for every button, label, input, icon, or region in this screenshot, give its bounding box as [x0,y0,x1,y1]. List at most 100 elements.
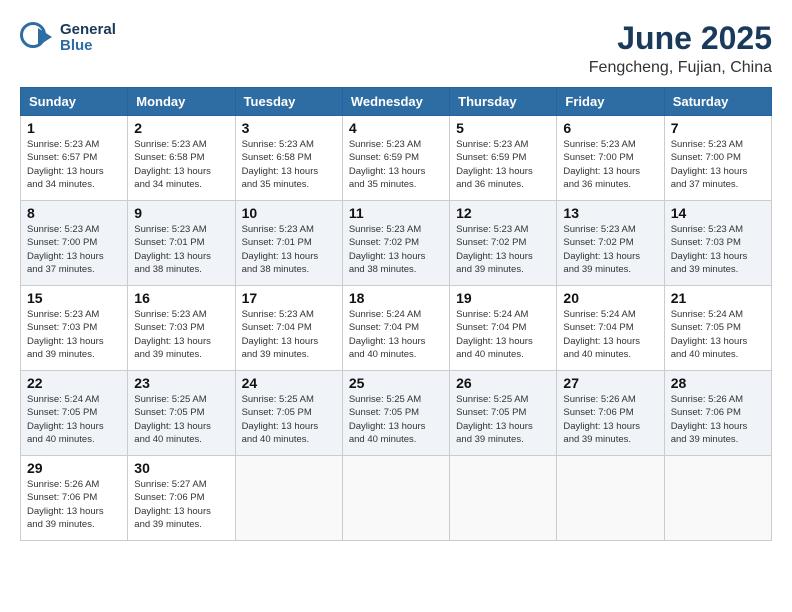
day-cell: 17Sunrise: 5:23 AMSunset: 7:04 PMDayligh… [235,286,342,371]
day-info: Sunrise: 5:23 AMSunset: 7:02 PMDaylight:… [563,223,657,276]
day-number: 19 [456,290,550,306]
header-cell-sunday: Sunday [21,88,128,116]
day-cell: 2Sunrise: 5:23 AMSunset: 6:58 PMDaylight… [128,116,235,201]
day-number: 3 [242,120,336,136]
day-number: 18 [349,290,443,306]
day-info: Sunrise: 5:23 AMSunset: 7:01 PMDaylight:… [242,223,336,276]
day-number: 22 [27,375,121,391]
day-cell: 22 Sunrise: 5:24 AMSunset: 7:05 PMDayligh… [21,371,128,456]
day-cell: 13 Sunrise: 5:23 AMSunset: 7:02 PMDayligh… [557,201,664,286]
day-info: Sunrise: 5:27 AMSunset: 7:06 PMDaylight:… [134,478,228,531]
day-info: Sunrise: 5:24 AMSunset: 7:05 PMDaylight:… [27,393,121,446]
header-cell-tuesday: Tuesday [235,88,342,116]
day-cell: 21 Sunrise: 5:24 AMSunset: 7:05 PMDayligh… [664,286,771,371]
day-number: 10 [242,205,336,221]
day-cell: 4Sunrise: 5:23 AMSunset: 6:59 PMDaylight… [342,116,449,201]
day-cell [342,456,449,541]
day-number: 28 [671,375,765,391]
week-row-3: 15 Sunrise: 5:23 AMSunset: 7:03 PMDayligh… [21,286,772,371]
day-cell [664,456,771,541]
day-info: Sunrise: 5:24 AMSunset: 7:05 PMDaylight:… [671,308,765,361]
header-cell-thursday: Thursday [450,88,557,116]
day-cell: 5Sunrise: 5:23 AMSunset: 6:59 PMDaylight… [450,116,557,201]
day-info: Sunrise: 5:23 AMSunset: 7:00 PMDaylight:… [563,138,657,191]
day-number: 4 [349,120,443,136]
day-cell: 9 Sunrise: 5:23 AMSunset: 7:01 PMDaylight… [128,201,235,286]
day-number: 11 [349,205,443,221]
day-info: Sunrise: 5:23 AMSunset: 7:03 PMDaylight:… [27,308,121,361]
day-cell [557,456,664,541]
day-number: 15 [27,290,121,306]
day-cell: 26 Sunrise: 5:25 AMSunset: 7:05 PMDayligh… [450,371,557,456]
day-info: Sunrise: 5:23 AMSunset: 7:03 PMDaylight:… [134,308,228,361]
day-info: Sunrise: 5:24 AMSunset: 7:04 PMDaylight:… [349,308,443,361]
day-number: 2 [134,120,228,136]
day-number: 1 [27,120,121,136]
title-section: June 2025 Fengcheng, Fujian, China [589,20,772,77]
day-number: 29 [27,460,121,476]
day-info: Sunrise: 5:25 AMSunset: 7:05 PMDaylight:… [242,393,336,446]
day-info: Sunrise: 5:24 AMSunset: 7:04 PMDaylight:… [563,308,657,361]
day-info: Sunrise: 5:23 AMSunset: 7:01 PMDaylight:… [134,223,228,276]
day-cell [235,456,342,541]
day-info: Sunrise: 5:25 AMSunset: 7:05 PMDaylight:… [456,393,550,446]
day-number: 17 [242,290,336,306]
week-row-1: 1 Sunrise: 5:23 AMSunset: 6:57 PMDaylight… [21,116,772,201]
week-row-2: 8 Sunrise: 5:23 AMSunset: 7:00 PMDaylight… [21,201,772,286]
day-info: Sunrise: 5:26 AMSunset: 7:06 PMDaylight:… [563,393,657,446]
day-number: 23 [134,375,228,391]
day-info: Sunrise: 5:23 AMSunset: 7:03 PMDaylight:… [671,223,765,276]
week-row-5: 29 Sunrise: 5:26 AMSunset: 7:06 PMDayligh… [21,456,772,541]
day-info: Sunrise: 5:24 AMSunset: 7:04 PMDaylight:… [456,308,550,361]
day-number: 20 [563,290,657,306]
day-number: 30 [134,460,228,476]
day-number: 8 [27,205,121,221]
day-number: 14 [671,205,765,221]
day-info: Sunrise: 5:25 AMSunset: 7:05 PMDaylight:… [349,393,443,446]
logo-general: General [60,22,116,39]
day-info: Sunrise: 5:23 AMSunset: 6:57 PMDaylight:… [27,138,121,191]
day-number: 21 [671,290,765,306]
header-cell-wednesday: Wednesday [342,88,449,116]
day-info: Sunrise: 5:23 AMSunset: 7:00 PMDaylight:… [671,138,765,191]
header: General Blue June 2025 Fengcheng, Fujian… [20,20,772,77]
header-cell-friday: Friday [557,88,664,116]
day-cell: 8 Sunrise: 5:23 AMSunset: 7:00 PMDaylight… [21,201,128,286]
day-cell: 29 Sunrise: 5:26 AMSunset: 7:06 PMDayligh… [21,456,128,541]
day-cell [450,456,557,541]
day-cell: 6 Sunrise: 5:23 AMSunset: 7:00 PMDaylight… [557,116,664,201]
day-cell: 14 Sunrise: 5:23 AMSunset: 7:03 PMDayligh… [664,201,771,286]
day-number: 24 [242,375,336,391]
calendar-subtitle: Fengcheng, Fujian, China [589,59,772,77]
day-cell: 30 Sunrise: 5:27 AMSunset: 7:06 PMDayligh… [128,456,235,541]
day-number: 26 [456,375,550,391]
logo-blue: Blue [60,38,116,55]
day-info: Sunrise: 5:25 AMSunset: 7:05 PMDaylight:… [134,393,228,446]
day-number: 27 [563,375,657,391]
day-cell: 16 Sunrise: 5:23 AMSunset: 7:03 PMDayligh… [128,286,235,371]
day-cell: 12Sunrise: 5:23 AMSunset: 7:02 PMDayligh… [450,201,557,286]
day-cell: 25Sunrise: 5:25 AMSunset: 7:05 PMDayligh… [342,371,449,456]
day-info: Sunrise: 5:23 AMSunset: 7:00 PMDaylight:… [27,223,121,276]
header-cell-monday: Monday [128,88,235,116]
day-number: 7 [671,120,765,136]
day-cell: 18 Sunrise: 5:24 AMSunset: 7:04 PMDayligh… [342,286,449,371]
calendar-container: General Blue June 2025 Fengcheng, Fujian… [20,20,772,541]
day-number: 13 [563,205,657,221]
day-number: 6 [563,120,657,136]
week-row-4: 22 Sunrise: 5:24 AMSunset: 7:05 PMDayligh… [21,371,772,456]
day-info: Sunrise: 5:23 AMSunset: 7:02 PMDaylight:… [349,223,443,276]
day-cell: 7 Sunrise: 5:23 AMSunset: 7:00 PMDaylight… [664,116,771,201]
day-cell: 11 Sunrise: 5:23 AMSunset: 7:02 PMDayligh… [342,201,449,286]
header-row: SundayMondayTuesdayWednesdayThursdayFrid… [21,88,772,116]
day-number: 16 [134,290,228,306]
calendar-table: SundayMondayTuesdayWednesdayThursdayFrid… [20,87,772,541]
day-info: Sunrise: 5:26 AMSunset: 7:06 PMDaylight:… [27,478,121,531]
day-cell: 19 Sunrise: 5:24 AMSunset: 7:04 PMDayligh… [450,286,557,371]
logo: General Blue [20,20,116,56]
day-cell: 23 Sunrise: 5:25 AMSunset: 7:05 PMDayligh… [128,371,235,456]
day-info: Sunrise: 5:23 AMSunset: 7:02 PMDaylight:… [456,223,550,276]
day-info: Sunrise: 5:23 AMSunset: 6:59 PMDaylight:… [456,138,550,191]
day-info: Sunrise: 5:26 AMSunset: 7:06 PMDaylight:… [671,393,765,446]
day-number: 9 [134,205,228,221]
